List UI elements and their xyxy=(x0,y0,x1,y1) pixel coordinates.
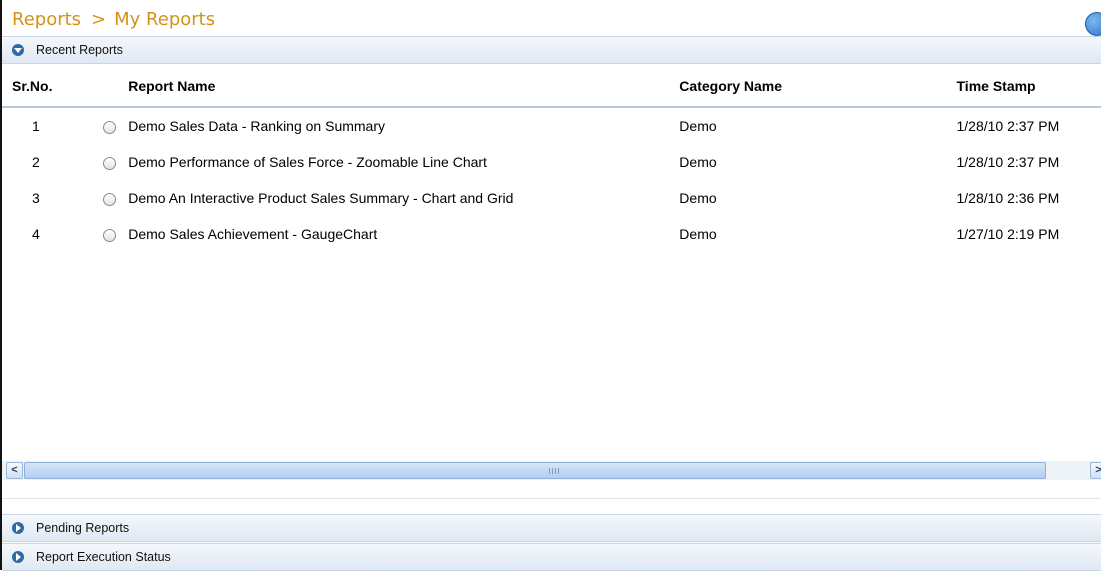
row-number: 4 xyxy=(2,216,89,252)
horizontal-scrollbar[interactable]: < > xyxy=(2,461,1101,480)
divider xyxy=(2,498,1101,499)
scrollbar-grip xyxy=(549,468,559,474)
scroll-right-button[interactable]: > xyxy=(1090,462,1101,479)
row-select-radio[interactable] xyxy=(103,229,116,242)
breadcrumb-current: My Reports xyxy=(114,9,215,30)
execution-status-header[interactable]: Report Execution Status xyxy=(2,543,1101,571)
row-number: 1 xyxy=(2,107,89,144)
time-stamp: 1/28/10 2:36 PM xyxy=(957,180,1101,216)
table-header-row: Sr.No. Report Name Category Name Time St… xyxy=(2,66,1101,107)
table-row[interactable]: 1 Demo Sales Data - Ranking on Summary D… xyxy=(2,107,1101,144)
row-select-radio[interactable] xyxy=(103,121,116,134)
breadcrumb-separator: > xyxy=(91,9,106,30)
recent-reports-panel: Sr.No. Report Name Category Name Time St… xyxy=(2,66,1101,460)
category-name: Demo xyxy=(679,144,956,180)
row-select-radio[interactable] xyxy=(103,157,116,170)
execution-status-label: Report Execution Status xyxy=(36,550,171,564)
table-row[interactable]: 3 Demo An Interactive Product Sales Summ… xyxy=(2,180,1101,216)
collapse-down-icon[interactable] xyxy=(12,44,24,56)
page-title: Reports > My Reports xyxy=(12,9,215,30)
expand-right-icon[interactable] xyxy=(12,522,24,534)
time-stamp: 1/28/10 2:37 PM xyxy=(957,144,1101,180)
recent-reports-header[interactable]: Recent Reports xyxy=(2,36,1101,64)
report-name[interactable]: Demo Performance of Sales Force - Zoomab… xyxy=(128,144,679,180)
time-stamp: 1/27/10 2:19 PM xyxy=(957,216,1101,252)
col-select xyxy=(89,66,129,107)
row-number: 2 xyxy=(2,144,89,180)
help-icon[interactable] xyxy=(1085,12,1101,36)
expand-right-icon[interactable] xyxy=(12,551,24,563)
table-row[interactable]: 2 Demo Performance of Sales Force - Zoom… xyxy=(2,144,1101,180)
scrollbar-thumb[interactable] xyxy=(24,462,1046,479)
recent-reports-label: Recent Reports xyxy=(36,43,123,57)
scroll-left-button[interactable]: < xyxy=(6,462,23,479)
report-name[interactable]: Demo Sales Data - Ranking on Summary xyxy=(128,107,679,144)
col-category-name: Category Name xyxy=(679,66,956,107)
category-name: Demo xyxy=(679,180,956,216)
category-name: Demo xyxy=(679,216,956,252)
pending-reports-label: Pending Reports xyxy=(36,521,129,535)
report-name[interactable]: Demo An Interactive Product Sales Summar… xyxy=(128,180,679,216)
breadcrumb-root[interactable]: Reports xyxy=(12,9,81,30)
table-row[interactable]: 4 Demo Sales Achievement - GaugeChart De… xyxy=(2,216,1101,252)
col-time-stamp: Time Stamp xyxy=(957,66,1101,107)
category-name: Demo xyxy=(679,107,956,144)
col-sr-no: Sr.No. xyxy=(2,66,89,107)
reports-table: Sr.No. Report Name Category Name Time St… xyxy=(2,66,1101,252)
report-name[interactable]: Demo Sales Achievement - GaugeChart xyxy=(128,216,679,252)
col-report-name: Report Name xyxy=(128,66,679,107)
row-number: 3 xyxy=(2,180,89,216)
time-stamp: 1/28/10 2:37 PM xyxy=(957,107,1101,144)
pending-reports-header[interactable]: Pending Reports xyxy=(2,514,1101,542)
row-select-radio[interactable] xyxy=(103,193,116,206)
breadcrumb: Reports > My Reports xyxy=(2,0,1101,36)
